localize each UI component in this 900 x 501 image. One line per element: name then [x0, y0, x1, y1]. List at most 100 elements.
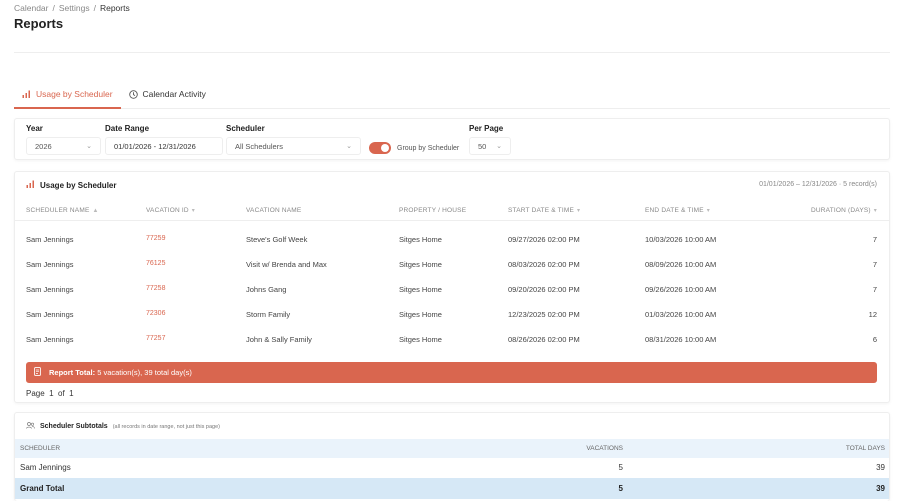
- year-select[interactable]: 2026 ⌄: [26, 137, 101, 155]
- table-row[interactable]: Sam Jennings 77258 Johns Gang Sitges Hom…: [15, 277, 889, 302]
- chevron-down-icon: ⌄: [86, 143, 92, 150]
- year-value: 2026: [35, 141, 52, 151]
- pagination-info: Page 1 of 1: [26, 389, 74, 398]
- chevron-down-icon: ⌄: [496, 143, 502, 150]
- cell-scheduler: Sam Jennings: [26, 310, 74, 319]
- bar-chart-icon: [26, 180, 35, 190]
- document-icon: [34, 367, 41, 378]
- subtotals-note: (all records in date range, not just thi…: [112, 423, 220, 430]
- date-range-input[interactable]: 01/01/2026 - 12/31/2026: [105, 137, 223, 155]
- cell-scheduler: Sam Jennings: [26, 335, 74, 344]
- year-filter: Year 2026 ⌄: [26, 124, 101, 155]
- vacation-id-link[interactable]: 72306: [146, 310, 165, 317]
- usage-meta: 01/01/2026 – 12/31/2026 · 5 record(s): [759, 181, 877, 188]
- grand-total-vacations: 5: [618, 484, 623, 493]
- cell-start: 09/27/2026 02:00 PM: [508, 235, 580, 244]
- tab-label: Usage by Scheduler: [36, 88, 113, 99]
- sort-icon: ▾: [873, 208, 877, 214]
- date-range-filter: Date Range 01/01/2026 - 12/31/2026: [105, 124, 223, 155]
- cell-property: Sitges Home: [399, 235, 442, 244]
- breadcrumb-calendar[interactable]: Calendar: [14, 3, 49, 13]
- subtotals-title: Scheduler Subtotals (all records in date…: [26, 422, 220, 431]
- cell-duration: 7: [872, 260, 877, 269]
- cell-vacation-name: Steve's Golf Week: [246, 235, 308, 244]
- divider: [14, 52, 890, 53]
- tab-calendar-activity[interactable]: Calendar Activity: [121, 80, 214, 108]
- scheduler-label: Scheduler: [226, 124, 265, 133]
- tab-label: Calendar Activity: [142, 89, 206, 99]
- group-by-scheduler-toggle[interactable]: [369, 142, 391, 154]
- cell-duration: 7: [872, 285, 877, 294]
- users-icon: [26, 422, 35, 431]
- per-page-filter: Per Page 50 ⌄: [469, 124, 511, 155]
- cell-property: Sitges Home: [399, 260, 442, 269]
- vacation-id-link[interactable]: 77257: [146, 335, 165, 342]
- scheduler-select[interactable]: All Schedulers ⌄: [226, 137, 361, 155]
- page-title: Reports: [14, 16, 64, 31]
- breadcrumb-settings[interactable]: Settings: [59, 3, 90, 13]
- per-page-label: Per Page: [469, 124, 504, 133]
- year-label: Year: [26, 124, 43, 133]
- per-page-select[interactable]: 50 ⌄: [469, 137, 511, 155]
- usage-section-title: Usage by Scheduler: [26, 180, 116, 190]
- col-duration[interactable]: DURATION (DAYS) ▾: [811, 207, 877, 214]
- cell-scheduler: Sam Jennings: [20, 463, 71, 472]
- cell-vacations: 5: [618, 463, 623, 472]
- subtotals-title-text: Scheduler Subtotals: [40, 423, 108, 430]
- col-scheduler-name[interactable]: SCHEDULER NAME ▲: [26, 207, 99, 214]
- scheduler-subtotals-card: Scheduler Subtotals (all records in date…: [14, 412, 890, 501]
- chevron-down-icon: ⌄: [346, 143, 352, 150]
- cell-vacation-name: Visit w/ Brenda and Max: [246, 260, 327, 269]
- cell-vacation-name: Johns Gang: [246, 285, 287, 294]
- scheduler-filter: Scheduler All Schedulers ⌄: [226, 124, 361, 155]
- report-tabs: Usage by Scheduler Calendar Activity: [14, 80, 890, 109]
- cell-duration: 7: [872, 235, 877, 244]
- usage-title-text: Usage by Scheduler: [40, 180, 117, 190]
- grand-total-days: 39: [876, 484, 885, 493]
- breadcrumb: Calendar / Settings / Reports: [14, 3, 130, 13]
- cell-property: Sitges Home: [399, 310, 442, 319]
- cell-total-days: 39: [876, 463, 885, 472]
- cell-start: 12/23/2025 02:00 PM: [508, 310, 580, 319]
- grand-total-label: Grand Total: [20, 484, 65, 493]
- cell-scheduler: Sam Jennings: [26, 235, 74, 244]
- table-row[interactable]: Sam Jennings 77257 John & Sally Family S…: [15, 327, 889, 352]
- sort-icon: ▾: [706, 208, 710, 214]
- date-range-value: 01/01/2026 - 12/31/2026: [114, 141, 196, 151]
- scheduler-value: All Schedulers: [235, 141, 283, 151]
- sort-icon: ▾: [191, 208, 195, 214]
- col-property[interactable]: PROPERTY / HOUSE: [399, 207, 466, 214]
- filter-panel: Year 2026 ⌄ Date Range 01/01/2026 - 12/31…: [14, 118, 890, 160]
- cell-start: 08/03/2026 02:00 PM: [508, 260, 580, 269]
- cell-end: 09/26/2026 10:00 AM: [645, 285, 717, 294]
- per-page-value: 50: [478, 141, 487, 151]
- breadcrumb-current: Reports: [99, 3, 130, 13]
- cell-scheduler: Sam Jennings: [26, 285, 74, 294]
- report-total-bar: Report Total: 5 vacation(s), 39 total da…: [26, 362, 877, 383]
- cell-property: Sitges Home: [399, 285, 442, 294]
- cell-start: 09/20/2026 02:00 PM: [508, 285, 580, 294]
- table-row[interactable]: Sam Jennings 72306 Storm Family Sitges H…: [15, 302, 889, 327]
- vacation-id-link[interactable]: 77258: [146, 285, 165, 292]
- col-vacation-name[interactable]: VACATION NAME: [246, 207, 301, 214]
- table-row[interactable]: Sam Jennings 76125 Visit w/ Brenda and M…: [15, 252, 889, 277]
- vacation-id-link[interactable]: 76125: [146, 260, 165, 267]
- report-total-label: Report Total:: [49, 368, 96, 377]
- cell-end: 01/03/2026 10:00 AM: [645, 310, 717, 319]
- col-vacation-id[interactable]: VACATION ID ▾: [146, 207, 195, 214]
- cell-end: 10/03/2026 10:00 AM: [645, 235, 717, 244]
- sort-asc-icon: ▲: [92, 208, 99, 214]
- cell-end: 08/31/2026 10:00 AM: [645, 335, 717, 344]
- table-row[interactable]: Sam Jennings 77259 Steve's Golf Week Sit…: [15, 227, 889, 252]
- cell-vacation-name: Storm Family: [246, 310, 291, 319]
- col-start-date[interactable]: START DATE & TIME ▾: [508, 207, 580, 214]
- vacation-id-link[interactable]: 77259: [146, 235, 165, 242]
- cell-scheduler: Sam Jennings: [26, 260, 74, 269]
- col-end-date[interactable]: END DATE & TIME ▾: [645, 207, 710, 214]
- tab-usage-by-scheduler[interactable]: Usage by Scheduler: [14, 80, 121, 109]
- bar-chart-icon: [22, 90, 31, 98]
- date-range-label: Date Range: [105, 124, 150, 133]
- cell-property: Sitges Home: [399, 335, 442, 344]
- sort-icon: ▾: [577, 208, 581, 214]
- group-by-scheduler-toggle-wrap: Group by Scheduler: [369, 142, 459, 154]
